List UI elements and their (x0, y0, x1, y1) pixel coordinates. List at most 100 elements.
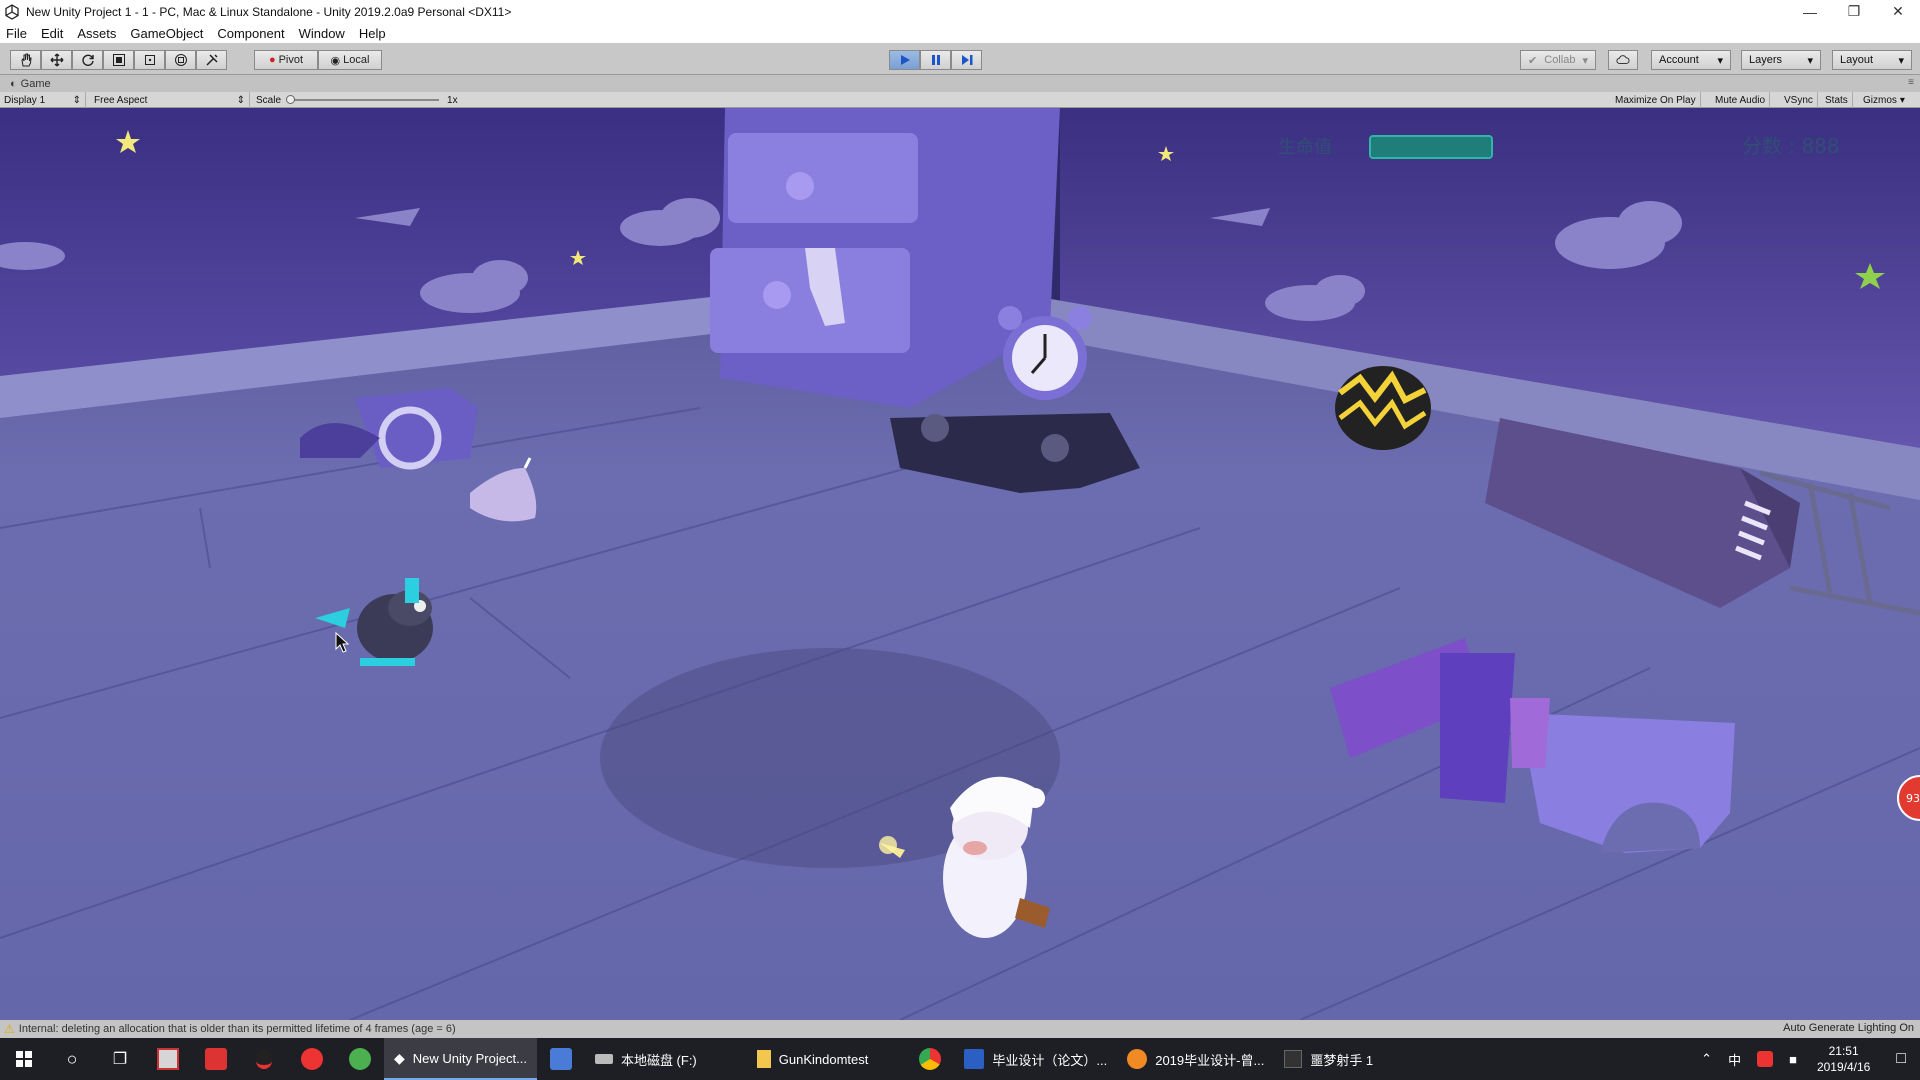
play-button[interactable] (889, 50, 920, 70)
auto-generate-lighting-status: Auto Generate Lighting On (1783, 1022, 1914, 1034)
rotate-tool-button[interactable] (72, 50, 103, 70)
folder-icon (756, 1050, 771, 1068)
warning-icon: ⚠ (4, 1022, 15, 1036)
game-scene: 生命值 分数 : 888 93 (0, 108, 1920, 1020)
start-button[interactable] (0, 1038, 48, 1080)
windows-logo-icon (16, 1051, 32, 1067)
minimize-button[interactable]: — (1788, 0, 1832, 23)
task-gunkindom[interactable]: GunKindomtest (747, 1038, 879, 1080)
task-local-disk[interactable]: 本地磁盘 (F:) (585, 1038, 707, 1080)
pinned-app-1[interactable] (144, 1038, 192, 1080)
ime-indicator[interactable]: 中 (1720, 1050, 1749, 1069)
window-title: New Unity Project 1 - 1 - PC, Mac & Linu… (26, 4, 512, 19)
task-view-icon: ❐ (112, 1051, 128, 1068)
task-graduation-design[interactable]: 2019毕业设计-曾... (1117, 1038, 1274, 1080)
wps-app-icon (157, 1048, 179, 1070)
mute-label: Mute Audio (1715, 94, 1766, 106)
account-dropdown[interactable]: Account ▾ (1651, 50, 1731, 70)
layers-dropdown[interactable]: Layers ▾ (1741, 50, 1821, 70)
search-button[interactable]: ○ (48, 1038, 96, 1080)
task-nightmare-shooter[interactable]: 噩梦射手 1 (1274, 1038, 1383, 1080)
pivot-toggle[interactable]: ● Pivot (254, 50, 318, 70)
pinned-app-5[interactable] (336, 1038, 384, 1080)
pivot-icon: ● (268, 54, 276, 66)
pause-button[interactable] (920, 50, 951, 70)
task-nightmare-label: 噩梦射手 1 (1310, 1052, 1374, 1068)
title-bar: New Unity Project 1 - 1 - PC, Mac & Linu… (0, 0, 1920, 23)
tab-game[interactable]: ◐ Game (4, 76, 59, 92)
transform-tool-button[interactable] (165, 50, 196, 70)
mute-audio-toggle[interactable]: Mute Audio (1711, 92, 1771, 108)
game-viewport[interactable]: 生命值 分数 : 888 93 (0, 108, 1920, 1020)
transform-tools (10, 50, 227, 70)
clock[interactable]: 21:51 2019/4/16 (1805, 1043, 1882, 1075)
menu-window[interactable]: Window (299, 26, 345, 41)
task-thesis-doc[interactable]: 毕业设计（论文）... (954, 1038, 1117, 1080)
task-view-button[interactable]: ❐ (96, 1038, 144, 1080)
scale-value: 1x (447, 94, 458, 106)
gizmos-dropdown[interactable]: Gizmos ▾ (1859, 92, 1909, 108)
menu-component[interactable]: Component (217, 26, 284, 41)
rect-tool-button[interactable] (134, 50, 165, 70)
task-gunkindom-label: GunKindomtest (778, 1051, 869, 1067)
sogou-ime-icon[interactable] (1757, 1051, 1774, 1067)
scale-slider-handle[interactable] (286, 95, 296, 104)
pinned-app-3[interactable] (240, 1038, 288, 1080)
local-toggle[interactable]: ◉ Local (318, 50, 382, 70)
rotate-icon (81, 54, 94, 66)
menu-file[interactable]: File (6, 26, 27, 41)
pinned-app-4[interactable] (288, 1038, 336, 1080)
collab-dropdown[interactable]: ✔ Collab ▾ (1520, 50, 1596, 70)
cloud-button[interactable] (1608, 50, 1638, 70)
task-bird-app[interactable] (537, 1038, 585, 1080)
close-button[interactable]: ✕ (1876, 0, 1920, 23)
netease-music-icon (301, 1048, 323, 1070)
display-dropdown[interactable]: Display 1 ⇕ (0, 92, 86, 108)
maximize-on-play-toggle[interactable]: Maximize On Play (1611, 92, 1701, 108)
tab-menu-icon[interactable]: ≡ (1908, 77, 1914, 88)
layout-dropdown[interactable]: Layout ▾ (1832, 50, 1912, 70)
chevron-down-icon: ▾ (1807, 54, 1813, 67)
aspect-dropdown[interactable]: Free Aspect ⇕ (90, 92, 250, 108)
task-chrome[interactable] (906, 1038, 954, 1080)
system-tray: ⌃ 中 ■ 21:51 2019/4/16 □ (1693, 1038, 1920, 1080)
step-icon (961, 55, 972, 65)
pivot-label: Pivot (278, 54, 304, 66)
scale-label: Scale (256, 94, 282, 106)
layers-label: Layers (1749, 54, 1783, 66)
play-icon (900, 55, 910, 65)
notification-icon[interactable]: □ (1882, 1050, 1920, 1068)
task-unity-label: New Unity Project... (412, 1050, 527, 1066)
console-status-bar[interactable]: ⚠ Internal: deleting an allocation that … (0, 1020, 1920, 1038)
stats-toggle[interactable]: Stats (1821, 92, 1853, 108)
pivot-group: ● Pivot ◉ Local (254, 50, 382, 70)
close-icon: ✕ (1892, 3, 1904, 19)
minimize-icon: — (1803, 3, 1817, 20)
restore-button[interactable]: ❐ (1832, 0, 1876, 23)
tray-app-icon[interactable]: ■ (1781, 1052, 1805, 1067)
custom-tool-button[interactable] (196, 50, 227, 70)
pinned-app-2[interactable] (192, 1038, 240, 1080)
chevron-down-icon: ▾ (1898, 54, 1904, 67)
vsync-toggle[interactable]: VSync (1780, 92, 1818, 108)
step-button[interactable] (951, 50, 982, 70)
side-badge-text: 93 (1906, 792, 1920, 805)
menu-help[interactable]: Help (359, 26, 386, 41)
windows-taskbar: ○ ❐ ◆ New Unity Project... 本地磁盘 (F:) Gun… (0, 1038, 1920, 1080)
health-bar (1369, 135, 1493, 159)
hand-tool-button[interactable] (10, 50, 41, 70)
drive-icon (594, 1054, 613, 1064)
bird-app-icon (549, 1048, 572, 1070)
youdao-app-icon (205, 1048, 227, 1070)
scale-tool-button[interactable] (103, 50, 134, 70)
unity-icon: ◆ (394, 1049, 405, 1066)
move-tool-button[interactable] (41, 50, 72, 70)
menu-assets[interactable]: Assets (77, 26, 116, 41)
menu-gameobject[interactable]: GameObject (130, 26, 203, 41)
rect-tool-icon (144, 55, 155, 65)
menu-edit[interactable]: Edit (41, 26, 63, 41)
scale-slider[interactable] (286, 95, 440, 104)
tray-expand-icon[interactable]: ⌃ (1693, 1051, 1720, 1067)
task-unity[interactable]: ◆ New Unity Project... (384, 1038, 537, 1080)
cloud-icon (1616, 55, 1630, 64)
